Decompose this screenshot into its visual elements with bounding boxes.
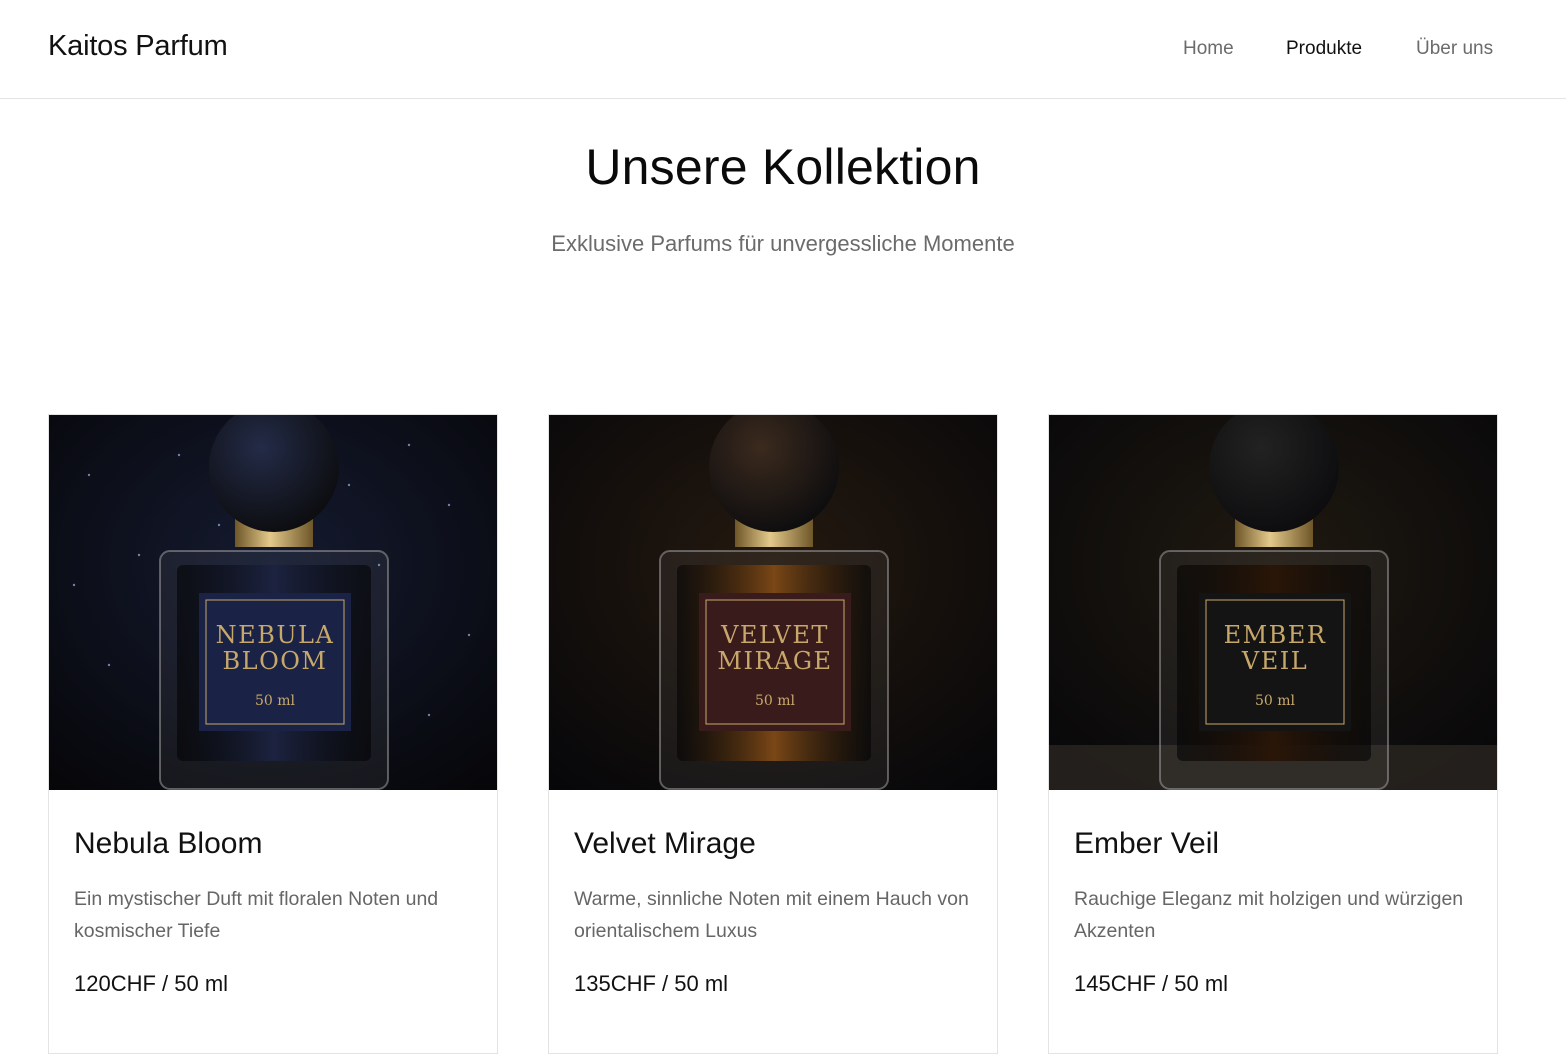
perfume-bottle-illustration: VELVETMIRAGE 50 ml [549, 415, 997, 790]
product-image: VELVET MIRAGE 50 ml [549, 415, 997, 790]
bottle-label-line1: VELVET [720, 621, 829, 649]
product-name: Ember Veil [1074, 827, 1220, 860]
product-card[interactable]: VELVET MIRAGE 50 ml Velvet Mirage Warme, s… [548, 414, 998, 1054]
product-description: Rauchige Eleganz mit holzigen und würzig… [1074, 888, 1464, 942]
nav-ueber-uns[interactable]: Über uns [1416, 38, 1493, 60]
product-name: Nebula Bloom [74, 827, 263, 860]
site-header: Kaitos Parfum Home Produkte Über uns [0, 0, 1566, 99]
product-price: 145CHF / 50 ml [1074, 971, 1229, 996]
product-price: 135CHF / 50 ml [574, 971, 729, 996]
bottle-label-volume: 50 ml [255, 693, 296, 709]
product-description: Warme, sinnliche Noten mit einem Hauch v… [574, 888, 969, 942]
bottle-label-volume: 50 ml [755, 693, 796, 709]
product-price: 120CHF / 50 ml [74, 971, 229, 996]
product-name: Velvet Mirage [574, 827, 756, 860]
perfume-bottle-illustration: EMBERVEIL 50 ml [1049, 415, 1497, 790]
page-subtitle: Exklusive Parfums für unvergessliche Mom… [551, 231, 1015, 256]
main-nav: Home Produkte Über uns [0, 38, 1566, 62]
bottle-label-line1: EMBER [1224, 621, 1327, 649]
product-image: NEBULA BLOOM 50 ml [49, 415, 497, 790]
bottle-label-line1: NEBULA [216, 621, 335, 649]
product-image: EMBER VEIL 50 ml [1049, 415, 1497, 790]
product-card[interactable]: EMBER VEIL 50 ml Ember Veil Rauchige Elega… [1048, 414, 1498, 1054]
bottle-label-line2: VEIL [1241, 647, 1308, 675]
product-description: Ein mystischer Duft mit floralen Noten u… [74, 888, 439, 942]
nav-home[interactable]: Home [1183, 38, 1234, 60]
nav-produkte[interactable]: Produkte [1286, 38, 1362, 60]
page-title: Unsere Kollektion [585, 139, 981, 195]
bottle-label-volume: 50 ml [1255, 693, 1296, 709]
bottle-label-line2: MIRAGE [717, 647, 832, 675]
product-card[interactable]: NEBULA BLOOM 50 ml Nebula Bloom Ein mystis… [48, 414, 498, 1054]
bottle-label-line2: BLOOM [223, 647, 328, 675]
perfume-bottle-illustration: NEBULABLOOM 50 ml [49, 415, 497, 790]
